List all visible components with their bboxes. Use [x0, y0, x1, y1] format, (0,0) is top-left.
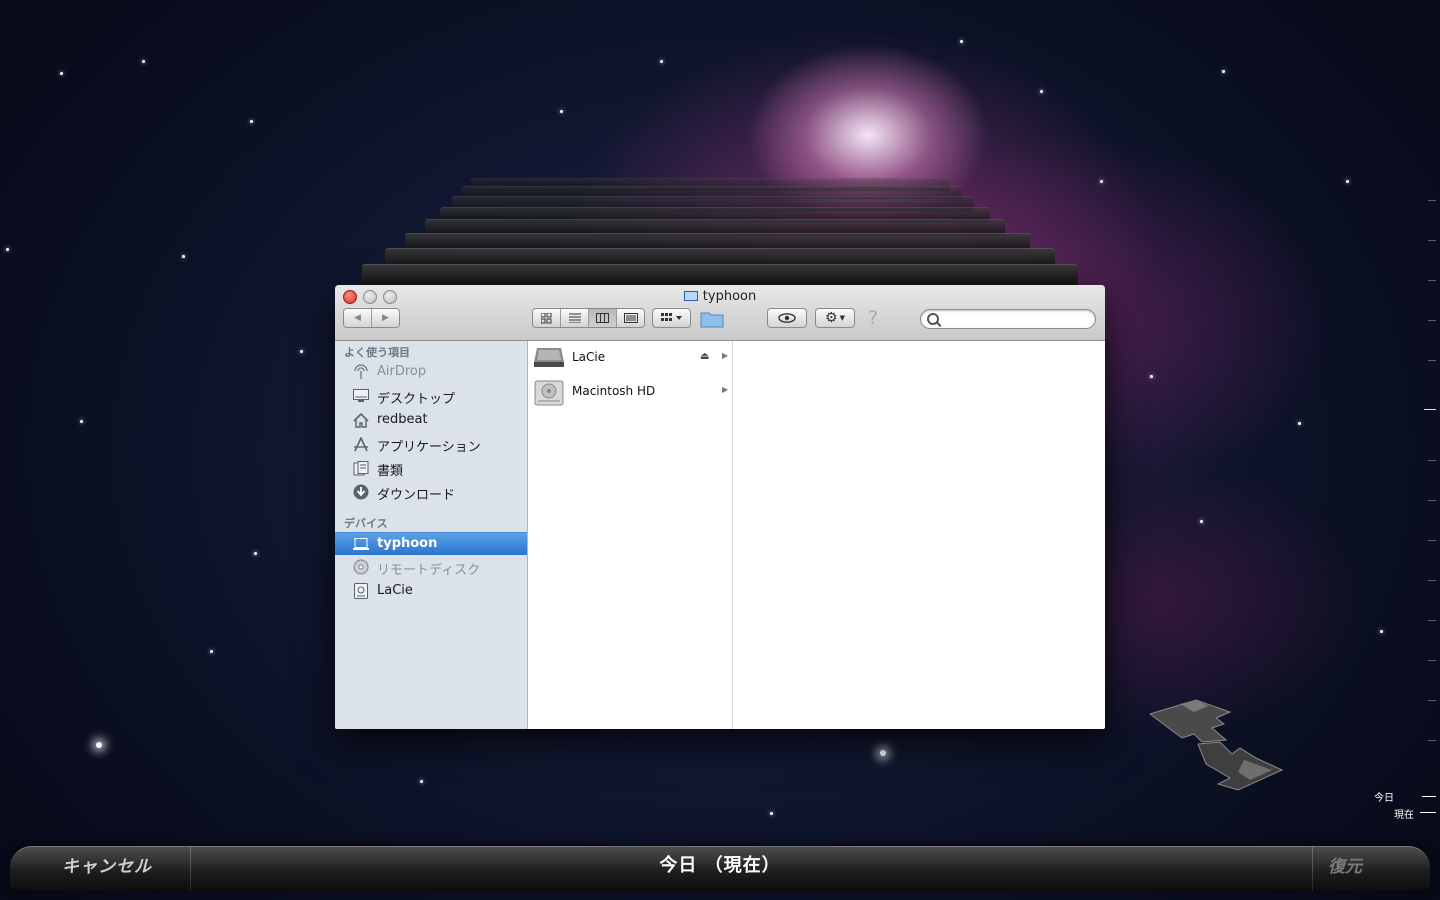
- hard-drive-icon: [534, 378, 564, 406]
- disclosure-arrow-icon: ▶: [722, 351, 729, 360]
- list-item[interactable]: Macintosh HD ▶: [528, 375, 732, 409]
- timeline-today-label[interactable]: 今日: [1374, 789, 1394, 804]
- timeline[interactable]: [1420, 0, 1440, 830]
- home-icon: [353, 412, 369, 428]
- sidebar-item-applications[interactable]: アプリケーション: [335, 433, 527, 455]
- forward-in-time-arrow-icon[interactable]: [1197, 741, 1284, 791]
- favorites-header: よく使う項目: [344, 346, 410, 359]
- action-menu-button[interactable]: ⚙ ▼: [815, 308, 855, 328]
- icon-view-button[interactable]: [533, 309, 561, 327]
- column-browser: LaCie ⏏ ▶ Macintosh HD ▶: [528, 341, 733, 729]
- time-machine-bottom-bar: キャンセル 今日 （現在） 復元: [10, 846, 1430, 891]
- applications-icon: [353, 436, 369, 452]
- back-forward-control: ◀ ▶: [343, 308, 400, 328]
- column-view-button[interactable]: [589, 309, 617, 327]
- sidebar: よく使う項目 AirDrop デスクトップ redbeat アプリケーション 書…: [335, 341, 528, 729]
- devices-header: デバイス: [344, 517, 388, 530]
- list-item[interactable]: LaCie ⏏ ▶: [528, 341, 732, 375]
- cover-flow-icon: [623, 313, 638, 323]
- laptop-icon: [353, 536, 369, 552]
- timeline-now-label[interactable]: 現在: [1394, 806, 1414, 821]
- arrange-icon: [660, 313, 682, 321]
- column-view-icon: [596, 313, 609, 323]
- airdrop-icon: [353, 364, 369, 380]
- back-in-time-arrow-icon[interactable]: [1148, 699, 1232, 743]
- gear-icon: ⚙: [825, 310, 838, 326]
- help-icon[interactable]: ?: [868, 307, 878, 329]
- search-field[interactable]: [920, 309, 1096, 329]
- external-drive-icon: [353, 583, 369, 599]
- sidebar-item-typhoon[interactable]: typhoon: [335, 532, 527, 555]
- icon-view-icon: [541, 312, 552, 323]
- back-button[interactable]: ◀: [344, 309, 372, 327]
- sidebar-item-desktop[interactable]: デスクトップ: [335, 385, 527, 407]
- sidebar-item-lacie[interactable]: LaCie: [335, 580, 527, 602]
- window-title: typhoon: [335, 289, 1105, 304]
- quick-look-button[interactable]: [767, 308, 807, 328]
- desktop-icon: [353, 388, 369, 404]
- disclosure-arrow-icon: ▶: [722, 385, 729, 394]
- sidebar-item-remote-disc[interactable]: リモートディスク: [335, 556, 527, 578]
- current-date-label: 今日 （現在）: [659, 855, 781, 876]
- documents-icon: [353, 460, 369, 476]
- remote-disc-icon: [353, 559, 369, 575]
- view-mode-control: [532, 308, 645, 328]
- eject-icon[interactable]: ⏏: [700, 351, 709, 362]
- new-folder-icon[interactable]: [700, 310, 724, 328]
- restore-button[interactable]: 復元: [1328, 852, 1362, 877]
- sidebar-item-redbeat[interactable]: redbeat: [335, 409, 527, 431]
- eye-icon: [778, 313, 796, 323]
- sidebar-item-downloads[interactable]: ダウンロード: [335, 481, 527, 503]
- list-view-icon: [568, 313, 581, 323]
- finder-window: typhoon ◀ ▶ ⚙ ▼ ? よく使う項目 AirDrop デスクトップ …: [335, 285, 1105, 729]
- search-input[interactable]: [943, 311, 1092, 329]
- list-view-button[interactable]: [561, 309, 589, 327]
- arrange-button[interactable]: [652, 308, 691, 328]
- external-drive-icon: [534, 344, 564, 370]
- time-navigation-arrows: [1146, 698, 1286, 794]
- sidebar-item-airdrop[interactable]: AirDrop: [335, 361, 527, 383]
- sidebar-item-documents[interactable]: 書類: [335, 457, 527, 479]
- window-titlebar: typhoon ◀ ▶ ⚙ ▼ ?: [335, 285, 1105, 341]
- laptop-icon: [683, 290, 698, 301]
- cover-flow-button[interactable]: [617, 309, 644, 327]
- downloads-icon: [353, 484, 369, 500]
- search-icon: [927, 313, 939, 325]
- forward-button[interactable]: ▶: [372, 309, 399, 327]
